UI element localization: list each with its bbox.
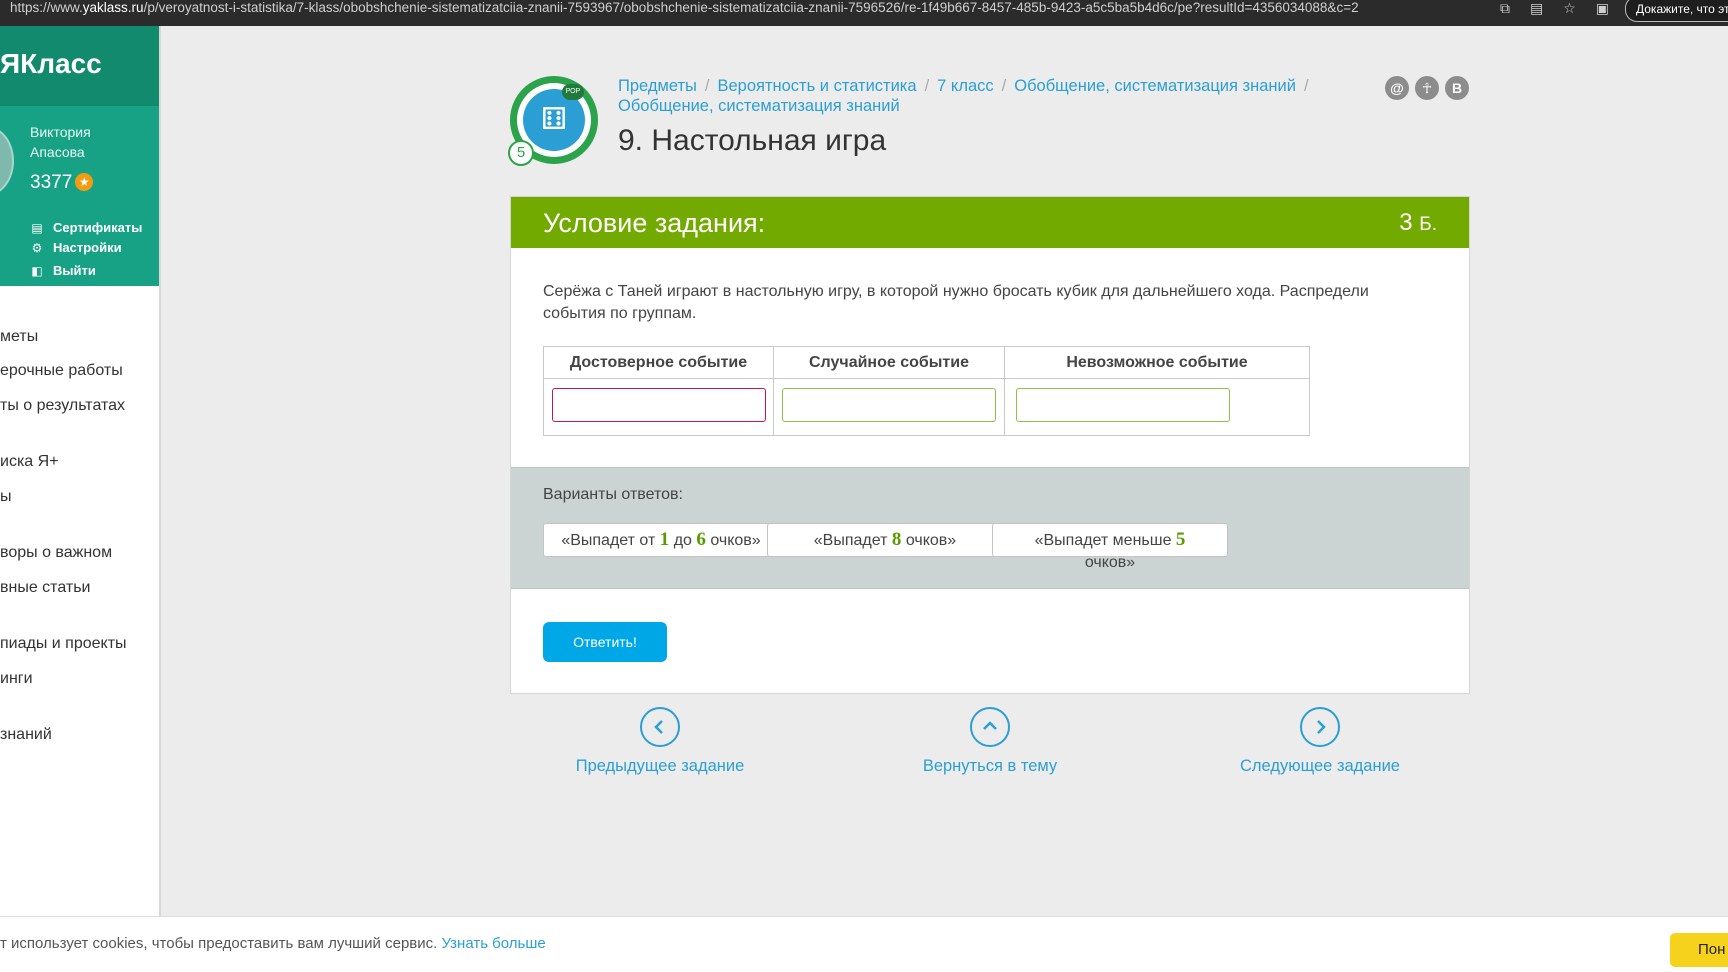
topic-icon: ⚅ РОР 5 <box>508 76 598 166</box>
answers-label: Варианты ответов: <box>543 486 683 503</box>
column-certain: Достоверное событие <box>544 347 774 435</box>
sidebar-item-talks[interactable]: воры о важном <box>0 544 112 562</box>
avatar[interactable] <box>0 126 14 196</box>
sidebar-item-ratings[interactable]: инги <box>0 670 33 688</box>
answer-chip-less-5[interactable]: «Выпадет меньше 5 очков» <box>992 523 1228 571</box>
task-header: Условие задания: 3 Б. <box>511 197 1469 248</box>
cookie-banner: т использует cookies, чтобы предоставить… <box>0 916 1728 972</box>
sidebar-item-olympiads[interactable]: пиады и проекты <box>0 635 127 653</box>
cookie-accept-button[interactable]: Пон <box>1670 933 1728 967</box>
user-points: 3377 ★ <box>30 172 94 194</box>
certificates-link[interactable]: ▤ Сертификаты <box>30 220 142 235</box>
column-header: Случайное событие <box>774 347 1004 379</box>
cookie-text: т использует cookies, чтобы предоставить… <box>0 935 546 952</box>
page-title: 9. Настольная игра <box>618 124 887 157</box>
pop-badge: РОР <box>562 84 584 100</box>
drop-table: Достоверное событие Случайное событие Не… <box>543 346 1310 436</box>
task-points: 3 Б. <box>1399 209 1437 236</box>
mail-share-icon[interactable]: @ <box>1385 76 1409 100</box>
user-name[interactable]: Виктория Апасова <box>30 122 91 162</box>
column-impossible: Невозможное событие <box>1005 347 1309 435</box>
extension-icon[interactable]: ▣ <box>1596 0 1609 16</box>
logout-link[interactable]: ◧ Выйти <box>30 263 96 278</box>
logout-icon: ◧ <box>31 264 43 278</box>
breadcrumb: Предметы / Вероятность и статистика/7 клас… <box>618 77 1309 115</box>
chevron-left-icon <box>640 707 680 747</box>
breadcrumb-subjects[interactable]: Предметы <box>618 77 697 95</box>
answer-options: Варианты ответов: «Выпадет от 1 до 6 очк… <box>511 467 1469 589</box>
sidebar-item-misc[interactable]: ы <box>0 488 12 506</box>
vk-share-icon[interactable]: В <box>1445 76 1469 100</box>
certificate-icon: ▤ <box>31 221 43 235</box>
submit-button[interactable]: Ответить! <box>543 622 667 662</box>
site-logo[interactable]: ЯКласс <box>0 26 159 106</box>
breadcrumb-subtopic[interactable]: Обобщение, систематизация знаний <box>618 97 900 115</box>
drop-zone-certain[interactable] <box>552 388 766 422</box>
sidebar-item-tests[interactable]: ерочные работы <box>0 362 123 380</box>
sidebar: ЯКласс Виктория Апасова 3377 ★ ▤ Сертификат… <box>0 26 161 916</box>
task-heading: Условие задания: <box>543 208 766 238</box>
chevron-up-icon <box>970 707 1010 747</box>
share-page-icon[interactable]: ⧉ <box>1500 0 1510 16</box>
column-header: Невозможное событие <box>1005 347 1309 379</box>
next-task-link[interactable]: Следующее задание <box>1210 707 1430 776</box>
level-badge: 5 <box>508 140 534 166</box>
task-card: Условие задания: 3 Б. Серёжа с Таней игр… <box>510 196 1470 694</box>
sidebar-item-articles[interactable]: вные статьи <box>0 579 90 597</box>
task-question: Серёжа с Таней играют в настольную игру,… <box>543 283 1369 322</box>
sidebar-item-subjects[interactable]: меты <box>0 328 38 346</box>
answer-chip-8[interactable]: «Выпадет 8 очков» <box>767 523 1003 557</box>
star-icon: ★ <box>75 173 94 191</box>
breadcrumb-grade[interactable]: 7 класс <box>937 77 993 95</box>
drop-zone-random[interactable] <box>782 388 996 422</box>
ok-share-icon[interactable]: ☥ <box>1415 76 1439 100</box>
answer-chip-1-to-6[interactable]: «Выпадет от 1 до 6 очков» <box>543 523 779 557</box>
browser-address-bar[interactable]: https://www.yaklass.ru/p/veroyatnost-i-s… <box>0 0 1728 26</box>
cookie-learn-more-link[interactable]: Узнать больше <box>441 935 545 952</box>
user-profile: Виктория Апасова 3377 ★ ▤ Сертификаты ⚙ Наст… <box>0 106 159 286</box>
column-header: Достоверное событие <box>544 347 773 379</box>
reader-icon[interactable]: ▤ <box>1530 0 1543 16</box>
drop-zone-impossible[interactable] <box>1016 388 1230 422</box>
back-to-topic-link[interactable]: Вернуться в тему <box>880 707 1100 776</box>
settings-link[interactable]: ⚙ Настройки <box>30 240 122 255</box>
gear-icon: ⚙ <box>31 241 43 255</box>
browser-tools: ⧉ ▤ ☆ ▣ <box>1500 0 1609 16</box>
column-random: Случайное событие <box>774 347 1005 435</box>
sidebar-item-subscription[interactable]: иска Я+ <box>0 453 59 471</box>
breadcrumb-topic[interactable]: Обобщение, систематизация знаний <box>1014 77 1296 95</box>
prev-task-link[interactable]: Предыдущее задание <box>550 707 770 776</box>
breadcrumb-probability[interactable]: Вероятность и статистика <box>717 77 916 95</box>
browser-promo-pill[interactable]: Докажите, что эт <box>1625 0 1728 22</box>
sidebar-item-knowledge[interactable]: знаний <box>0 726 52 744</box>
share-buttons: @ ☥ В <box>1385 76 1469 100</box>
chevron-right-icon <box>1300 707 1340 747</box>
bookmark-star-icon[interactable]: ☆ <box>1563 0 1576 16</box>
url-text[interactable]: https://www.yaklass.ru/p/veroyatnost-i-s… <box>10 0 1359 16</box>
sidebar-item-reports[interactable]: ты о результатах <box>0 397 125 415</box>
